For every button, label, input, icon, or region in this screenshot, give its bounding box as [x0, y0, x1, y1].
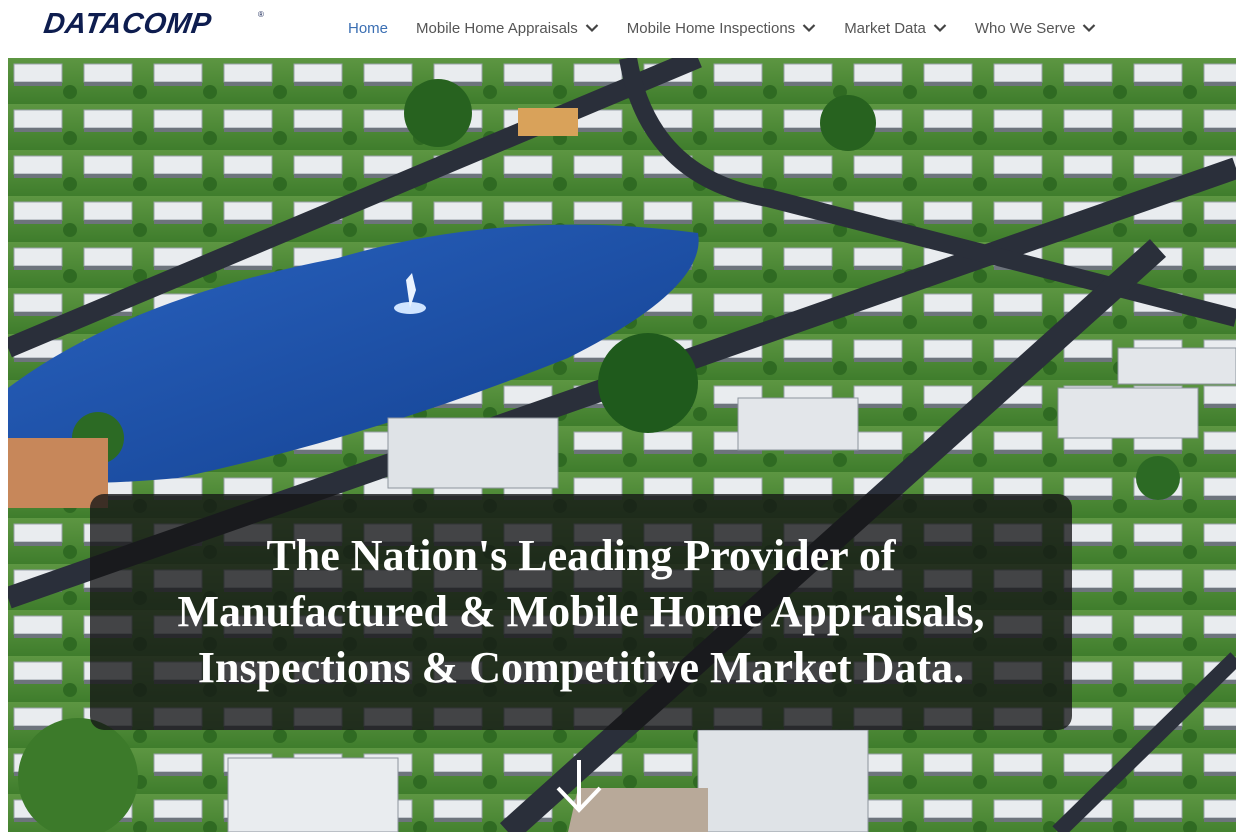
nav-market-data-label: Market Data [844, 19, 926, 37]
site-header: DATACOMP ® Home Mobile Home Appraisals M… [0, 0, 1243, 56]
nav-appraisals-label: Mobile Home Appraisals [416, 19, 578, 37]
nav-who-we-serve-label: Who We Serve [974, 19, 1076, 37]
headline-line-3: Inspections & Competitive Market Data. [197, 643, 965, 692]
nav-mobile-home-inspections[interactable]: Mobile Home Inspections [627, 20, 816, 37]
nav-mobile-home-appraisals[interactable]: Mobile Home Appraisals [416, 20, 599, 37]
hero-headline-banner: The Nation's Leading Provider of Manufac… [90, 494, 1072, 730]
headline-line-1: The Nation's Leading Provider of [266, 531, 896, 580]
chevron-down-icon [585, 24, 599, 33]
main-nav: Home Mobile Home Appraisals Mobile Home … [348, 16, 1124, 40]
headline-line-2: Manufactured & Mobile Home Appraisals, [177, 587, 985, 636]
nav-inspections-label: Mobile Home Inspections [626, 19, 796, 37]
nav-who-we-serve[interactable]: Who We Serve [975, 20, 1097, 37]
chevron-down-icon [933, 24, 947, 33]
nav-market-data[interactable]: Market Data [844, 20, 947, 37]
chevron-down-icon [802, 24, 816, 33]
arrow-down-icon[interactable] [554, 758, 604, 814]
registered-mark: ® [258, 10, 264, 19]
datacomp-logo[interactable]: DATACOMP [42, 7, 214, 41]
nav-home[interactable]: Home [348, 20, 388, 37]
chevron-down-icon [1083, 24, 1096, 33]
hero-section: The Nation's Leading Provider of Manufac… [8, 58, 1236, 832]
nav-home-label: Home [348, 19, 389, 37]
